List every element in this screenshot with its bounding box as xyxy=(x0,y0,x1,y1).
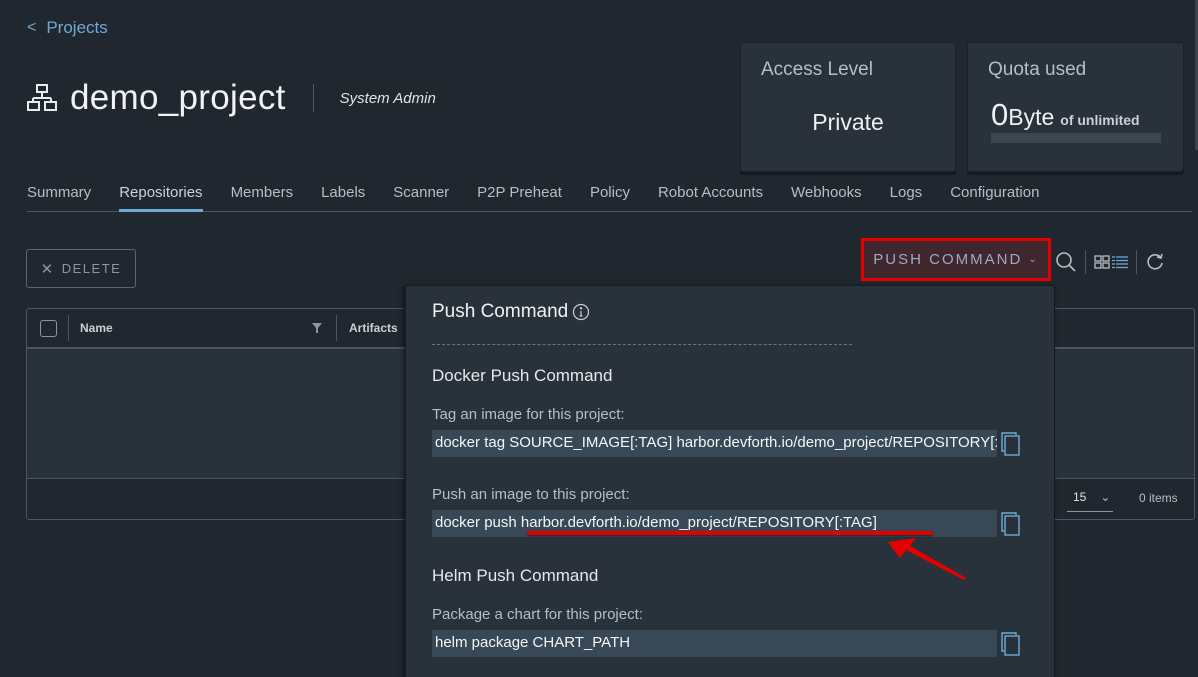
quota-card: Quota used 0 Byte of unlimited xyxy=(967,42,1184,172)
annotation-underline xyxy=(527,531,933,535)
push-command-label: Push an image to this project: xyxy=(432,486,630,503)
quota-title: Quota used xyxy=(988,59,1087,80)
close-icon: ✕ xyxy=(40,260,55,278)
column-header-name[interactable]: Name xyxy=(80,321,312,335)
search-icon[interactable] xyxy=(1055,251,1077,273)
breadcrumb-projects[interactable]: < Projects xyxy=(27,18,108,38)
column-header-artifacts[interactable]: Artifacts xyxy=(349,321,398,335)
breadcrumb-label[interactable]: Projects xyxy=(46,18,107,38)
tab-repositories[interactable]: Repositories xyxy=(119,182,203,212)
page-size-value: 15 xyxy=(1073,490,1087,504)
tool-separator xyxy=(1085,250,1086,274)
info-icon[interactable] xyxy=(572,303,590,321)
grid-view-tools xyxy=(1055,249,1165,275)
tab-policy[interactable]: Policy xyxy=(590,182,630,211)
column-separator xyxy=(68,315,69,341)
push-command-popover: Push Command Docker Push Command Tag an … xyxy=(405,285,1055,677)
quota-used-number: 0 xyxy=(991,97,1009,132)
tab-p2p-preheat[interactable]: P2P Preheat xyxy=(477,182,562,211)
chevron-down-icon: ⌄ xyxy=(1100,490,1111,504)
items-count: 0 items xyxy=(1139,491,1178,505)
chevron-down-icon: ⌄ xyxy=(1028,254,1039,265)
package-command-field[interactable]: helm package CHART_PATH xyxy=(432,630,997,657)
delete-button[interactable]: ✕ DELETE xyxy=(26,249,136,288)
access-level-value: Private xyxy=(812,109,884,135)
tab-members[interactable]: Members xyxy=(231,182,294,211)
tab-webhooks[interactable]: Webhooks xyxy=(791,182,862,211)
package-command-label: Package a chart for this project: xyxy=(432,606,643,623)
page-title: demo_project xyxy=(70,78,286,117)
quota-value: 0 Byte of unlimited xyxy=(991,97,1140,133)
refresh-icon[interactable] xyxy=(1145,252,1165,272)
tab-logs[interactable]: Logs xyxy=(890,182,923,211)
project-header: demo_project System Admin xyxy=(27,78,436,118)
project-tabs: Summary Repositories Members Labels Scanner P… xyxy=(27,182,1192,212)
tag-command-field[interactable]: docker tag SOURCE_IMAGE[:TAG] harbor.dev… xyxy=(432,430,997,457)
popover-title: Push Command xyxy=(432,301,590,323)
tool-separator xyxy=(1136,250,1137,274)
push-command-button[interactable]: PUSH COMMAND ⌄ xyxy=(861,238,1051,281)
card-view-icon[interactable] xyxy=(1094,255,1110,269)
page-size-select[interactable]: 15 ⌄ xyxy=(1067,490,1113,512)
popover-divider xyxy=(432,344,852,345)
delete-label: DELETE xyxy=(61,261,122,276)
quota-used-unit: Byte xyxy=(1008,104,1055,130)
quota-progress-bar xyxy=(991,133,1161,143)
chevron-left-icon: < xyxy=(27,19,37,36)
access-level-title: Access Level xyxy=(761,59,873,80)
tab-labels[interactable]: Labels xyxy=(321,182,365,211)
list-view-icon[interactable] xyxy=(1112,255,1128,269)
access-level-card: Access Level Private xyxy=(740,42,956,172)
tag-command-label: Tag an image for this project: xyxy=(432,406,625,423)
copy-icon[interactable] xyxy=(1001,512,1021,536)
column-separator xyxy=(336,315,337,341)
tab-scanner[interactable]: Scanner xyxy=(393,182,449,211)
tab-configuration[interactable]: Configuration xyxy=(950,182,1039,211)
filter-icon[interactable] xyxy=(312,323,322,333)
project-tree-icon xyxy=(27,84,57,111)
popover-title-text: Push Command xyxy=(432,301,569,322)
docker-section-title: Docker Push Command xyxy=(432,366,613,385)
copy-icon[interactable] xyxy=(1001,632,1021,656)
quota-limit: of unlimited xyxy=(1060,112,1140,128)
title-divider xyxy=(312,84,314,112)
user-role: System Admin xyxy=(339,89,436,107)
annotation-arrow-icon xyxy=(888,538,966,580)
helm-section-title: Helm Push Command xyxy=(432,566,599,585)
select-all-checkbox[interactable] xyxy=(40,319,57,337)
tab-summary[interactable]: Summary xyxy=(27,182,91,211)
copy-icon[interactable] xyxy=(1001,432,1021,456)
tab-robot-accounts[interactable]: Robot Accounts xyxy=(658,182,763,211)
push-command-label: PUSH COMMAND xyxy=(873,251,1023,268)
